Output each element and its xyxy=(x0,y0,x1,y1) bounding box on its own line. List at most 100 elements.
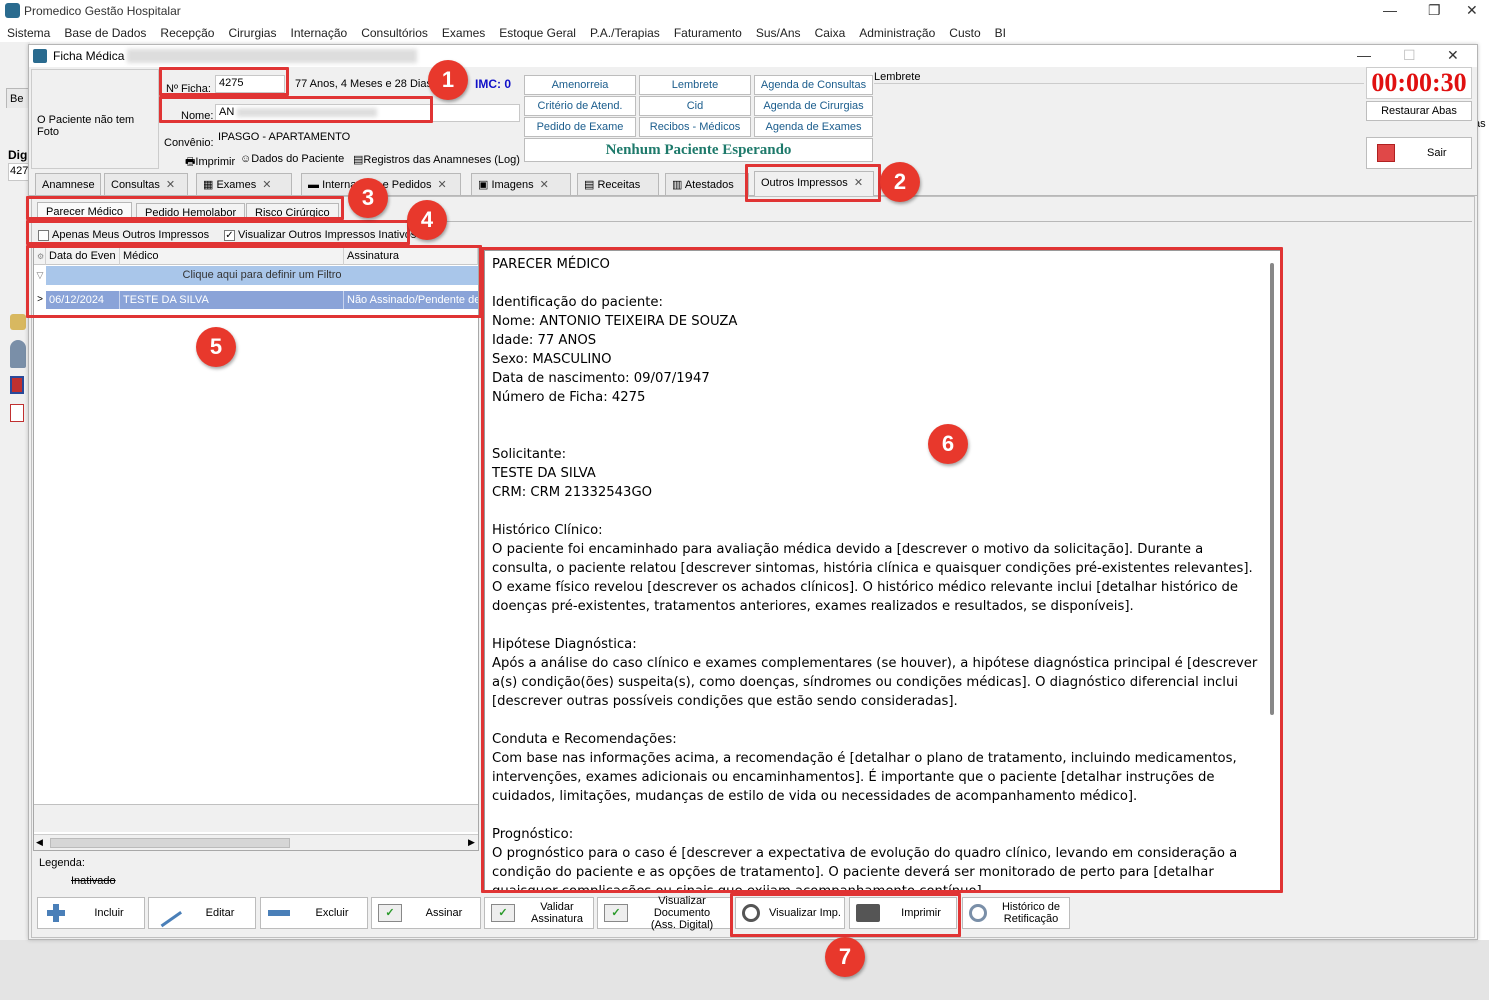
menu-pa-terapias[interactable]: P.A./Terapias xyxy=(583,24,667,42)
window-maximize-icon[interactable]: ☐ xyxy=(1403,47,1416,64)
scroll-left-icon[interactable]: ◀ xyxy=(36,837,43,848)
recibos-medicos-button[interactable]: Recibos - Médicos xyxy=(639,117,751,137)
anamnesis-log-link[interactable]: ▤Registros das Anamneses (Log) xyxy=(353,153,520,166)
hospital-icon: ▬ xyxy=(308,179,323,191)
tab-atestados[interactable]: ▥ Atestados xyxy=(665,173,749,195)
close-tab-icon[interactable]: ✕ xyxy=(166,179,175,191)
apenas-meus-checkbox[interactable] xyxy=(38,230,49,241)
grid-col-assinatura[interactable]: Assinatura xyxy=(344,248,478,265)
table-row[interactable]: 06/12/2024 TESTE DA SILVA Não Assinado/P… xyxy=(46,291,478,309)
document-icon[interactable] xyxy=(10,404,24,422)
menu-faturamento[interactable]: Faturamento xyxy=(667,24,749,42)
ficha-field[interactable]: 4275 xyxy=(215,75,285,93)
nome-label: Nome: xyxy=(181,110,214,122)
documents-grid: ⚙ Data do Even Médico Assinatura ▽ Cliqu… xyxy=(33,247,479,851)
editar-button[interactable]: Editar xyxy=(148,897,256,929)
menu-sus-ans[interactable]: Sus/Ans xyxy=(749,24,808,42)
window-minimize-icon[interactable]: — xyxy=(1357,47,1371,63)
validar-assinatura-button[interactable]: ✓ Validar Assinatura xyxy=(484,897,594,929)
pedido-exame-button[interactable]: Pedido de Exame xyxy=(524,117,636,137)
grid-settings-icon[interactable]: ⚙ xyxy=(34,248,46,265)
window-close-icon[interactable]: ✕ xyxy=(1447,47,1459,64)
scroll-thumb[interactable] xyxy=(50,838,290,848)
tab-outros-impressos[interactable]: Outros Impressos ✕ xyxy=(754,171,874,196)
filter-icon[interactable]: ▽ xyxy=(34,266,46,285)
annotation-badge-7: 7 xyxy=(825,937,865,977)
tab-receitas[interactable]: ▤ Receitas xyxy=(577,173,659,195)
printer-icon: 🖶 xyxy=(185,156,196,168)
lembrete-button[interactable]: Lembrete xyxy=(639,75,751,95)
print-patient-link[interactable]: 🖶Imprimir xyxy=(185,153,235,172)
grid-col-medico[interactable]: Médico xyxy=(120,248,344,265)
subtab-parecer-medico[interactable]: Parecer Médico xyxy=(37,202,133,222)
amenorreia-button[interactable]: Amenorreia xyxy=(524,75,636,95)
criterio-atend-button[interactable]: Critério de Atend. xyxy=(524,96,636,116)
scroll-right-icon[interactable]: ▶ xyxy=(468,837,475,848)
annotation-badge-5: 5 xyxy=(196,327,236,367)
menu-internacao[interactable]: Internação xyxy=(283,24,354,42)
folder-icon[interactable] xyxy=(10,314,26,330)
menu-consultorios[interactable]: Consultórios xyxy=(354,24,435,42)
document-scrollbar[interactable] xyxy=(1270,263,1274,715)
annotation-badge-4: 4 xyxy=(407,200,447,240)
restaurar-abas-button[interactable]: Restaurar Abas xyxy=(1366,101,1472,121)
agenda-exames-button[interactable]: Agenda de Exames xyxy=(754,117,873,137)
assinar-button[interactable]: ✓ Assinar xyxy=(371,897,481,929)
sair-button[interactable]: Sair xyxy=(1366,137,1472,169)
exam-icon: ▦ xyxy=(203,179,217,191)
historico-retificacao-button[interactable]: Histórico de Retificação xyxy=(962,897,1070,929)
doctor-icon[interactable] xyxy=(10,340,26,368)
certificate-icon: ▥ xyxy=(672,179,685,191)
visualizar-inativos-checkbox[interactable]: ✓ xyxy=(224,230,235,241)
visualizar-documento-button[interactable]: ✓ Visualizar Documento (Ass. Digital) xyxy=(597,895,731,931)
agenda-cirurgias-button[interactable]: Agenda de Cirurgias xyxy=(754,96,873,116)
close-tab-icon[interactable]: ✕ xyxy=(854,177,863,189)
menu-sistema[interactable]: Sistema xyxy=(0,24,57,42)
close-tab-icon[interactable]: ✕ xyxy=(262,179,271,191)
patient-data-link[interactable]: ☺Dados do Paciente xyxy=(240,153,344,165)
close-tab-icon[interactable]: ✕ xyxy=(540,179,549,191)
tab-consultas[interactable]: Consultas ✕ xyxy=(104,173,188,195)
cid-button[interactable]: Cid xyxy=(639,96,751,116)
restore-icon[interactable]: ❐ xyxy=(1428,2,1441,19)
imc-value: IMC: 0 xyxy=(475,77,511,91)
history-icon xyxy=(969,904,987,922)
plus-icon xyxy=(44,904,68,922)
menu-base-de-dados[interactable]: Base de Dados xyxy=(57,24,153,42)
menu-cirurgias[interactable]: Cirurgias xyxy=(221,24,283,42)
tab-anamnese[interactable]: Anamnese xyxy=(35,173,101,195)
visualizar-imp-button[interactable]: Visualizar Imp. xyxy=(735,897,845,929)
legend-title: Legenda: xyxy=(39,857,85,869)
patient-icon: ☺ xyxy=(240,153,252,165)
menu-estoque-geral[interactable]: Estoque Geral xyxy=(492,24,583,42)
subtab-pedido-hemolabor[interactable]: Pedido Hemolabor xyxy=(136,203,246,223)
grid-col-data[interactable]: Data do Even xyxy=(46,248,120,265)
imprimir-button[interactable]: Imprimir xyxy=(849,897,957,929)
window-titlebar: Ficha Médica — ☐ ✕ xyxy=(29,45,1477,67)
grid-filter-row[interactable]: Clique aqui para definir um Filtro xyxy=(46,266,478,285)
log-icon: ▤ xyxy=(353,154,364,166)
close-icon[interactable]: ✕ xyxy=(1466,2,1478,19)
menu-recepcao[interactable]: Recepção xyxy=(153,24,221,42)
lembrete-area[interactable] xyxy=(874,83,1364,167)
tab-exames[interactable]: ▦ Exames ✕ xyxy=(196,173,292,195)
horizontal-scrollbar[interactable]: ◀ ▶ xyxy=(34,834,478,850)
menu-administracao[interactable]: Administração xyxy=(852,24,942,42)
close-tab-icon[interactable]: ✕ xyxy=(438,179,447,191)
magnifier-icon xyxy=(742,904,760,922)
book-icon[interactable] xyxy=(10,376,24,394)
menu-caixa[interactable]: Caixa xyxy=(808,24,853,42)
menu-bi[interactable]: BI xyxy=(988,24,1013,42)
left-tab-fragment[interactable]: Be xyxy=(6,88,30,108)
nome-field[interactable]: AN xyxy=(215,104,520,122)
menu-custo[interactable]: Custo xyxy=(942,24,987,42)
agenda-consultas-button[interactable]: Agenda de Consultas xyxy=(754,75,873,95)
minimize-icon[interactable]: — xyxy=(1383,2,1397,18)
excluir-button[interactable]: Excluir xyxy=(260,897,368,929)
tab-imagens[interactable]: ▣ Imagens ✕ xyxy=(471,173,571,195)
subtab-risco-cirurgico[interactable]: Risco Cirúrgico xyxy=(246,203,339,223)
incluir-button[interactable]: Incluir xyxy=(37,897,145,929)
document-preview[interactable]: PARECER MÉDICO Identificação do paciente… xyxy=(484,250,1282,892)
lembrete-label: Lembrete xyxy=(874,71,921,83)
menu-exames[interactable]: Exames xyxy=(435,24,492,42)
